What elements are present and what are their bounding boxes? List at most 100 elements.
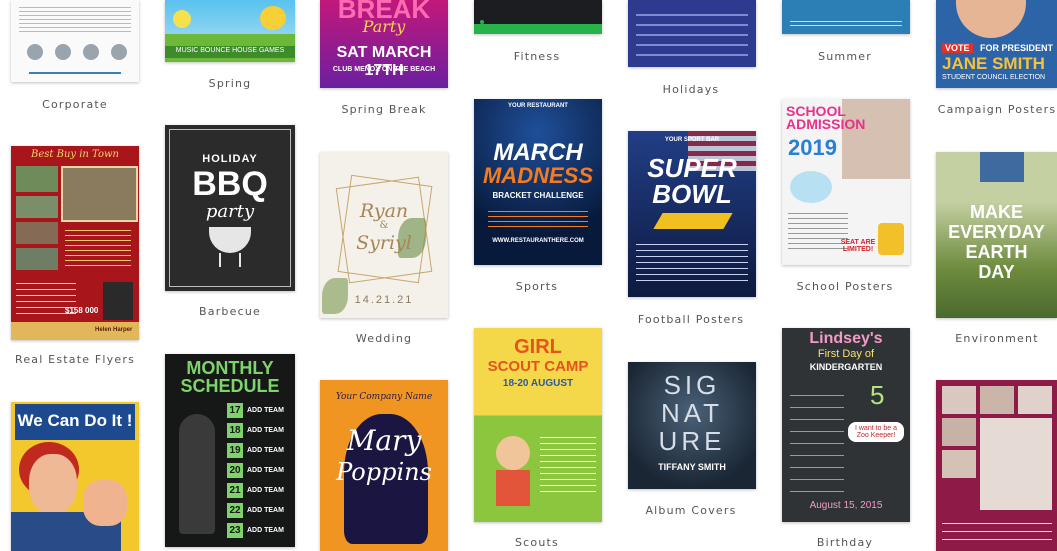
category-label-scouts[interactable]: Scouts (462, 536, 612, 549)
spring-break-poster-thumb[interactable]: BREAK Party SAT MARCH 17TH CLUB MENOX ON… (320, 0, 448, 88)
monthly-schedule-poster-thumb[interactable]: MONTHLY SCHEDULE 17 ADD TEAM 18 ADD TEAM 19 A… (165, 354, 295, 547)
category-label-football[interactable]: Football Posters (616, 313, 766, 326)
super-bowl-poster-thumb[interactable]: YOUR SPORT BAR SUPER BOWL (628, 131, 756, 297)
poster-text: Party (362, 17, 406, 36)
summer-poster-thumb[interactable] (782, 0, 910, 34)
price-text: $158 000 (65, 306, 99, 315)
category-label-real-estate[interactable]: Real Estate Flyers (0, 353, 150, 366)
poster-text: & (379, 220, 389, 231)
person-silhouette (179, 414, 215, 534)
poster-text: FOR PRESIDENT (980, 43, 1054, 53)
poster-text: 2019 (788, 135, 837, 160)
poster-text: We Can Do It ! (17, 411, 133, 430)
schedule-day-number: 22 (227, 503, 243, 518)
schedule-item-label: ADD TEAM (247, 427, 284, 434)
category-label-sports[interactable]: Sports (462, 280, 612, 293)
category-label-corporate[interactable]: Corporate (0, 98, 150, 111)
poster-text: Syriyl (356, 232, 412, 254)
house-photo (16, 166, 58, 192)
wedding-poster-thumb[interactable]: Ryan & Syriyl 14.21.21 (320, 152, 448, 318)
poster-text: SAT MARCH 17TH (336, 44, 432, 79)
schedule-row: 20 ADD TEAM (227, 462, 293, 479)
schedule-day-number: 21 (227, 483, 243, 498)
schedule-item-label: ADD TEAM (247, 487, 284, 494)
kid-face (496, 436, 530, 470)
poster-text: BBQ (192, 165, 268, 203)
dot-icon (480, 20, 484, 24)
poster-text: First Day of (817, 348, 875, 360)
schedule-item-label: ADD TEAM (247, 527, 284, 534)
goal-post (653, 213, 733, 229)
poster-text: SIG (663, 370, 721, 400)
text-lines (790, 18, 902, 28)
photo (980, 386, 1014, 414)
house-photo (16, 196, 58, 218)
barbecue-poster-thumb[interactable]: HOLIDAY BBQ party (165, 125, 295, 291)
text-lines (65, 226, 131, 266)
schedule-row: 23 ADD TEAM (227, 522, 293, 539)
flower-icon (173, 10, 191, 28)
schedule-item-label: ADD TEAM (247, 467, 284, 474)
poster-text: I want to be a Zoo Keeper! (848, 422, 904, 442)
accent-line (29, 72, 121, 74)
category-label-wedding[interactable]: Wedding (309, 332, 459, 345)
illustration (790, 171, 832, 203)
text-lines (488, 207, 588, 231)
mascot-icon (878, 223, 904, 255)
couple-photo (980, 418, 1052, 510)
spring-poster-thumb[interactable]: MUSIC BOUNCE HOUSE GAMES (165, 0, 295, 62)
school-admission-poster-thumb[interactable]: SCHOOL ADMISSION 2019 SEAT ARE LIMITED! (782, 99, 910, 265)
category-label-barbecue[interactable]: Barbecue (155, 305, 305, 318)
poster-text: 5 (870, 380, 885, 410)
campaign-poster-thumb[interactable]: VOTE FOR PRESIDENT JANE SMITH STUDENT CO… (936, 0, 1057, 88)
text-lines (19, 4, 131, 34)
poster-text: 14.21.21 (354, 294, 414, 306)
corporate-poster-thumb[interactable] (11, 0, 139, 82)
text-lines (942, 516, 1052, 546)
category-label-birthday[interactable]: Birthday (770, 536, 920, 549)
we-can-do-it-poster-thumb[interactable]: We Can Do It ! (11, 402, 139, 551)
category-label-spring[interactable]: Spring (155, 77, 305, 90)
poster-text: EARTH (965, 242, 1028, 262)
category-label-campaign[interactable]: Campaign Posters (922, 103, 1057, 116)
poster-text: MAKE (970, 202, 1023, 222)
circle-icon (55, 44, 71, 60)
poster-text: Ryan (359, 200, 409, 222)
category-label-environment[interactable]: Environment (922, 332, 1057, 345)
schedule-row: 21 ADD TEAM (227, 482, 293, 499)
schedule-item-label: ADD TEAM (247, 407, 284, 414)
poster-text: SEAT ARE LIMITED! (840, 239, 876, 253)
real-estate-poster-thumb[interactable]: Best Buy in Town $158 000 Helen Harper (11, 146, 139, 340)
house-photo (16, 222, 58, 244)
category-label-summer[interactable]: Summer (770, 50, 920, 63)
category-label-school[interactable]: School Posters (770, 280, 920, 293)
flower-icon (260, 6, 286, 30)
march-madness-poster-thumb[interactable]: YOUR RESTAURANT MARCH MADNESS BRACKET CH… (474, 99, 602, 265)
text-lines (636, 239, 748, 283)
category-label-fitness[interactable]: Fitness (462, 50, 612, 63)
schedule-day-number: 18 (227, 423, 243, 438)
first-day-poster-thumb[interactable]: Lindsey's First Day of KINDERGARTEN 5 I … (782, 328, 910, 522)
category-label-album[interactable]: Album Covers (616, 504, 766, 517)
icon-row (27, 44, 127, 62)
holidays-poster-thumb[interactable] (628, 0, 756, 67)
poster-text: HOLIDAY (202, 153, 258, 165)
category-label-spring-break[interactable]: Spring Break (309, 103, 459, 116)
mary-poppins-poster-thumb[interactable]: Your Company Name Mary Poppins (320, 380, 448, 551)
poster-text: URE (658, 426, 726, 456)
wedding-collage-poster-thumb[interactable] (936, 380, 1057, 551)
schedule-row: 18 ADD TEAM (227, 422, 293, 439)
signature-album-cover-thumb[interactable]: SIG NAT URE TIFFANY SMITH (628, 362, 756, 489)
accent-bar (474, 24, 602, 34)
poster-text: Lindsey's (809, 330, 883, 347)
circle-icon (111, 44, 127, 60)
circle-icon (83, 44, 99, 60)
category-label-holidays[interactable]: Holidays (616, 83, 766, 96)
fitness-poster-thumb[interactable] (474, 0, 602, 34)
scout-camp-poster-thumb[interactable]: GIRL SCOUT CAMP 18-20 AUGUST (474, 328, 602, 522)
poster-text: SCOUT CAMP (487, 358, 589, 375)
schedule-row: 19 ADD TEAM (227, 442, 293, 459)
poster-text: Best Buy in Town (31, 149, 119, 160)
earth-day-poster-thumb[interactable]: MAKE EVERYDAY EARTH DAY (936, 152, 1057, 318)
poster-text: YOUR RESTAURANT (508, 103, 568, 109)
